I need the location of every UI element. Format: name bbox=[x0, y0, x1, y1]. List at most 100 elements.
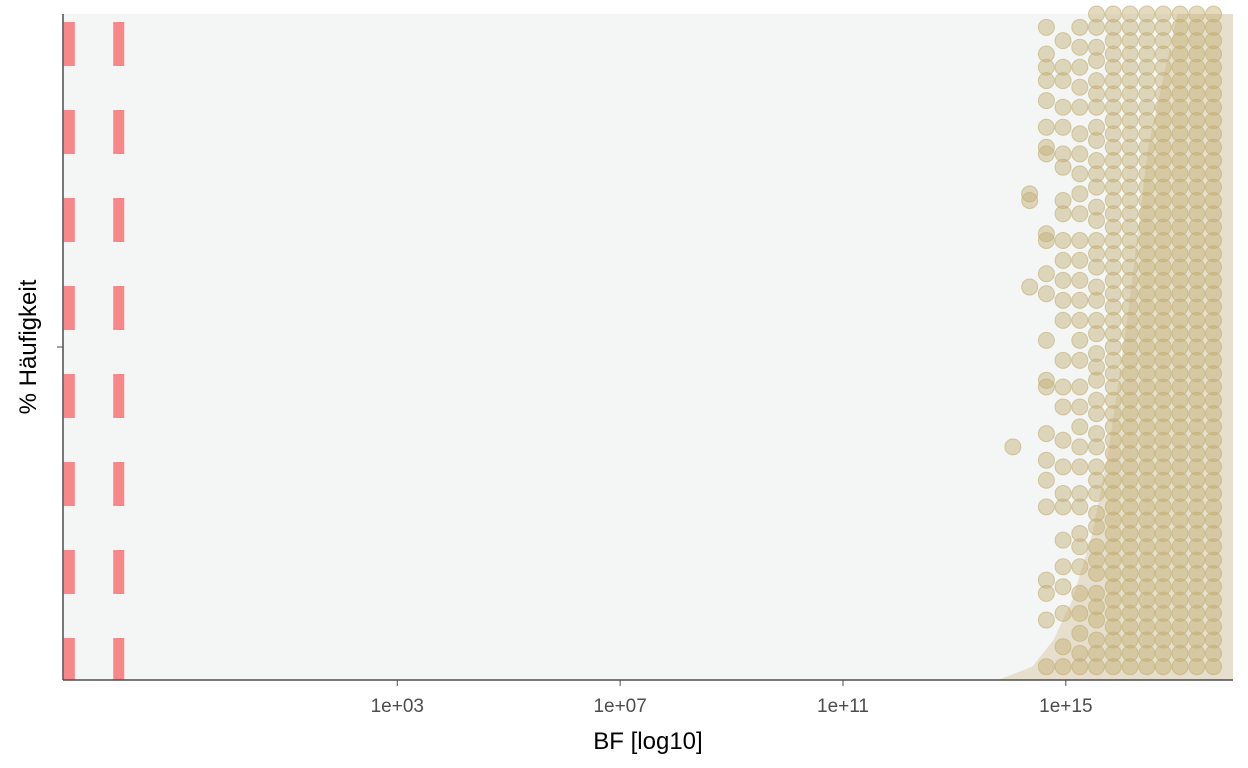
data-point-31 bbox=[1054, 558, 1072, 576]
data-point-11 bbox=[1037, 425, 1055, 443]
data-point-99 bbox=[1088, 458, 1106, 476]
data-point-76 bbox=[1071, 205, 1089, 223]
data-point-42 bbox=[1054, 271, 1072, 289]
data-point-123 bbox=[1088, 72, 1106, 90]
bf-frequency-chart: 1e+03 1e+07 1e+11 1e+15 BF [log10] % Häufig… bbox=[15, 5, 1233, 755]
data-point-10 bbox=[1037, 451, 1055, 469]
data-point-21 bbox=[1037, 118, 1055, 136]
data-point-83 bbox=[1071, 58, 1089, 76]
data-point-64 bbox=[1071, 458, 1089, 476]
data-point-1 bbox=[1021, 278, 1039, 296]
data-point-3 bbox=[1021, 185, 1039, 203]
data-point-43 bbox=[1054, 251, 1072, 269]
data-point-30 bbox=[1054, 578, 1072, 596]
data-point-28 bbox=[1054, 638, 1072, 656]
data-point-177 bbox=[1104, 5, 1122, 23]
data-point-84 bbox=[1071, 38, 1089, 56]
data-point-66 bbox=[1071, 418, 1089, 436]
data-point-74 bbox=[1071, 251, 1089, 269]
data-point-477 bbox=[1205, 5, 1223, 23]
data-point-81 bbox=[1071, 98, 1089, 116]
data-point-59 bbox=[1071, 558, 1089, 576]
data-point-67 bbox=[1071, 398, 1089, 416]
data-point-14 bbox=[1037, 331, 1055, 349]
data-point-39 bbox=[1054, 351, 1072, 369]
data-point-77 bbox=[1071, 185, 1089, 203]
data-point-29 bbox=[1054, 604, 1072, 622]
data-point-88 bbox=[1088, 631, 1106, 649]
data-point-26 bbox=[1037, 18, 1055, 36]
x-tick-label-3: 1e+15 bbox=[1039, 696, 1092, 717]
data-point-7 bbox=[1037, 584, 1055, 602]
data-point-22 bbox=[1037, 92, 1055, 110]
data-point-41 bbox=[1054, 291, 1072, 309]
data-point-18 bbox=[1037, 225, 1055, 243]
data-point-6 bbox=[1037, 611, 1055, 629]
data-point-49 bbox=[1054, 118, 1072, 136]
data-point-44 bbox=[1054, 231, 1072, 249]
y-axis-title: % Häufigkeit bbox=[15, 279, 42, 414]
x-tick-label-1: 1e+07 bbox=[593, 696, 646, 717]
data-point-5 bbox=[1037, 658, 1055, 676]
data-point-48 bbox=[1054, 145, 1072, 163]
data-point-13 bbox=[1037, 371, 1055, 389]
data-point-35 bbox=[1054, 458, 1072, 476]
data-point-20 bbox=[1037, 138, 1055, 156]
data-point-75 bbox=[1071, 231, 1089, 249]
data-point-82 bbox=[1071, 78, 1089, 96]
x-axis-title: BF [log10] bbox=[593, 728, 702, 755]
data-point-106 bbox=[1088, 345, 1106, 363]
data-point-69 bbox=[1071, 351, 1089, 369]
data-point-79 bbox=[1071, 145, 1089, 163]
data-point-80 bbox=[1071, 125, 1089, 143]
data-point-277 bbox=[1138, 5, 1156, 23]
data-point-40 bbox=[1054, 311, 1072, 329]
data-point-327 bbox=[1154, 5, 1172, 23]
data-point-78 bbox=[1071, 165, 1089, 183]
data-point-25 bbox=[1037, 45, 1055, 63]
data-point-57 bbox=[1071, 604, 1089, 622]
data-point-120 bbox=[1088, 118, 1106, 136]
data-point-96 bbox=[1088, 505, 1106, 522]
data-point-53 bbox=[1054, 32, 1072, 50]
data-point-52 bbox=[1054, 58, 1072, 76]
data-point-9 bbox=[1037, 471, 1055, 489]
data-point-125 bbox=[1088, 38, 1106, 56]
data-point-110 bbox=[1088, 278, 1106, 296]
data-point-15 bbox=[1037, 285, 1055, 303]
data-point-68 bbox=[1071, 378, 1089, 396]
data-point-46 bbox=[1054, 191, 1072, 209]
data-point-56 bbox=[1071, 624, 1089, 642]
data-point-427 bbox=[1188, 5, 1206, 23]
x-axis-ticks: 1e+03 1e+07 1e+11 1e+15 bbox=[371, 680, 1093, 717]
data-point-72 bbox=[1071, 291, 1089, 309]
data-point-16 bbox=[1037, 265, 1055, 283]
data-point-227 bbox=[1121, 5, 1139, 23]
data-point-103 bbox=[1088, 391, 1106, 409]
data-point-0 bbox=[1004, 438, 1022, 456]
data-point-27 bbox=[1054, 658, 1072, 676]
data-point-94 bbox=[1088, 538, 1106, 556]
data-point-65 bbox=[1071, 438, 1089, 456]
data-point-61 bbox=[1071, 524, 1089, 542]
data-point-118 bbox=[1088, 152, 1106, 170]
data-point-127 bbox=[1088, 5, 1106, 23]
data-point-115 bbox=[1088, 198, 1106, 216]
data-point-91 bbox=[1088, 584, 1106, 602]
data-point-73 bbox=[1071, 271, 1089, 289]
data-point-32 bbox=[1054, 531, 1072, 549]
data-point-63 bbox=[1071, 485, 1089, 503]
data-point-70 bbox=[1071, 331, 1089, 349]
data-point-108 bbox=[1088, 311, 1106, 329]
data-point-37 bbox=[1054, 398, 1072, 416]
x-tick-label-0: 1e+03 bbox=[371, 696, 424, 717]
x-tick-label-2: 1e+11 bbox=[817, 696, 869, 717]
data-point-71 bbox=[1071, 311, 1089, 329]
data-point-34 bbox=[1054, 485, 1072, 503]
data-point-85 bbox=[1071, 18, 1089, 36]
data-point-38 bbox=[1054, 378, 1072, 396]
plot-panel bbox=[63, 14, 1233, 680]
data-point-50 bbox=[1054, 98, 1072, 116]
data-point-58 bbox=[1071, 584, 1089, 602]
data-point-8 bbox=[1037, 498, 1055, 516]
